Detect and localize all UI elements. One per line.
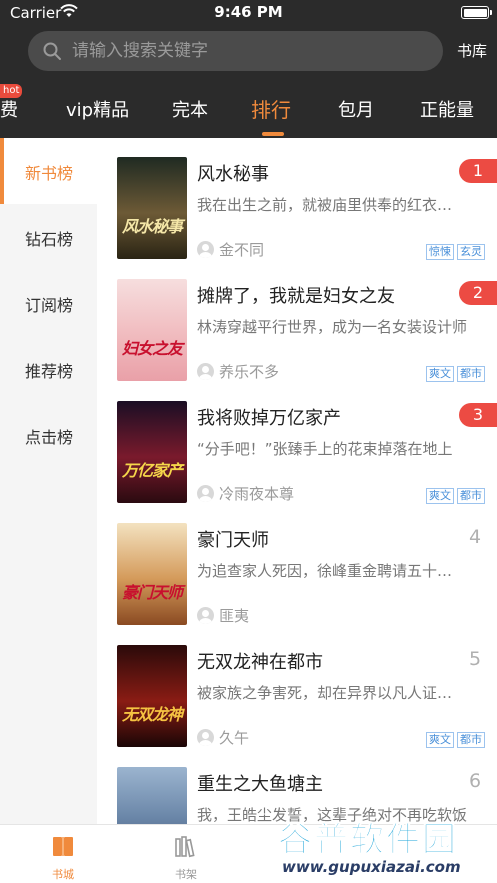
book-tags: 爽文 都市 [423, 484, 485, 504]
book-cover: 豪门天师 [117, 523, 187, 625]
genre-tag: 爽文 [426, 732, 454, 748]
rank-badge: 3 [459, 403, 497, 427]
search-bar[interactable] [28, 31, 443, 71]
genre-tag: 都市 [457, 732, 485, 748]
genre-tag: 玄灵 [457, 244, 485, 260]
genre-tag: 爽文 [426, 488, 454, 504]
genre-tag: 爽文 [426, 366, 454, 382]
watermark-text: 谷普软件园 [278, 820, 458, 861]
book-desc: 我在出生之前，就被庙里供奉的红衣娘娘看中 [197, 196, 467, 214]
sidebar-item-label: 点击榜 [25, 428, 74, 447]
rank-badge: 2 [459, 281, 497, 305]
battery-icon [461, 6, 492, 19]
rank-number: 6 [468, 770, 482, 792]
rank-number: 5 [468, 648, 482, 670]
avatar-icon [197, 729, 214, 746]
book-author: 匪夷 [197, 605, 249, 626]
bookshelf-icon [175, 836, 195, 858]
sidebar-item-subscription[interactable]: 订阅榜 [0, 270, 97, 336]
book-tags: 爽文 都市 [423, 362, 485, 382]
tab-positive-energy[interactable]: 正能量 [420, 96, 474, 122]
tab-monthly[interactable]: 包月 [338, 96, 374, 122]
tab-bookshelf[interactable]: 书架 [136, 825, 236, 883]
avatar-icon [197, 363, 214, 380]
sidebar-item-label: 钻石榜 [25, 230, 74, 249]
book-icon [53, 837, 73, 856]
sidebar-item-clicks[interactable]: 点击榜 [0, 402, 97, 468]
ranking-sidebar: 新书榜 钻石榜 订阅榜 推荐榜 点击榜 [0, 138, 97, 824]
book-author: 金不同 [197, 239, 264, 260]
tab-vip[interactable]: vip精品 [66, 96, 129, 122]
sidebar-item-label: 新书榜 [25, 164, 74, 183]
book-cover: 妇女之友 [117, 279, 187, 381]
book-author: 养乐不多 [197, 361, 279, 382]
book-desc: “分手吧！”张臻手上的花束掉落在地上 [197, 440, 453, 458]
book-tags: 爽文 都市 [423, 728, 485, 748]
cover-title: 万亿家产 [121, 461, 183, 480]
cover-title: 豪门天师 [121, 583, 183, 602]
book-list: 风水秘事 风水秘事 我在出生之前，就被庙里供奉的红衣娘娘看中 金不同 惊悚玄灵 … [97, 138, 497, 824]
watermark-url: www.gupuxiazai.com [282, 858, 461, 876]
tab-label: 书城 [52, 868, 74, 881]
cover-title: 妇女之友 [121, 339, 183, 358]
category-tabs: 费 vip精品 完本 排行 包月 正能量 [0, 86, 497, 138]
book-title: 我将败掉万亿家产 [197, 408, 341, 429]
list-item[interactable]: 风水秘事 风水秘事 我在出生之前，就被庙里供奉的红衣娘娘看中 金不同 惊悚玄灵 … [97, 138, 497, 260]
sidebar-item-new-books[interactable]: 新书榜 [0, 138, 97, 204]
tab-ranking[interactable]: 排行 [251, 94, 291, 123]
book-cover: 万亿家产 [117, 401, 187, 503]
tab-free[interactable]: 费 [0, 96, 18, 122]
cover-title: 无双龙神 [121, 705, 183, 724]
sidebar-item-label: 订阅榜 [25, 296, 74, 315]
genre-tag: 都市 [457, 366, 485, 382]
rank-number: 4 [468, 526, 482, 548]
book-cover: 无双龙神 [117, 645, 187, 747]
list-item[interactable]: 妇女之友 摊牌了，我就是妇女之友 林涛穿越平行世界，成为一名女装设计师 养乐不多… [97, 260, 497, 382]
avatar-icon [197, 241, 214, 258]
book-title: 豪门天师 [197, 530, 269, 551]
book-title: 重生之大鱼塘主 [197, 774, 323, 795]
avatar-icon [197, 485, 214, 502]
search-icon [43, 42, 61, 60]
book-author: 冷雨夜本尊 [197, 483, 294, 504]
cover-title: 风水秘事 [121, 217, 183, 236]
status-bar: Carrier 9:46 PM [0, 0, 497, 26]
search-input[interactable] [72, 31, 432, 71]
rank-badge: 1 [459, 159, 497, 183]
active-tab-indicator [262, 132, 284, 136]
sidebar-item-diamond[interactable]: 钻石榜 [0, 204, 97, 270]
list-item[interactable]: 无双龙神 无双龙神在都市 被家族之争害死，却在异界以凡人证道成神 久午 爽文 都市… [97, 626, 497, 748]
list-item[interactable]: 豪门天师 豪门天师 为追查家人死因，徐峰重金聘请五十位大师 匪夷 4 [97, 504, 497, 626]
watermark: 谷普软件园 www.gupuxiazai.com [270, 812, 497, 883]
header-bar: Carrier 9:46 PM 书库 hot 费 vip精品 完本 排行 包月 … [0, 0, 497, 138]
book-title: 摊牌了，我就是妇女之友 [197, 286, 395, 307]
book-desc: 被家族之争害死，却在异界以凡人证道成神 [197, 684, 467, 702]
book-desc: 林涛穿越平行世界，成为一名女装设计师 [197, 318, 467, 336]
book-title: 无双龙神在都市 [197, 652, 323, 673]
book-tags: 惊悚 玄灵 [423, 240, 485, 260]
book-cover [117, 767, 187, 824]
sidebar-item-recommend[interactable]: 推荐榜 [0, 336, 97, 402]
status-time: 9:46 PM [214, 3, 283, 21]
tab-label: 书架 [175, 868, 197, 881]
library-button[interactable]: 书库 [457, 40, 487, 61]
genre-tag: 都市 [457, 488, 485, 504]
avatar-icon [197, 607, 214, 624]
tab-bookstore[interactable]: 书城 [13, 825, 113, 883]
tab-completed[interactable]: 完本 [172, 96, 208, 122]
list-item[interactable]: 万亿家产 我将败掉万亿家产 “分手吧！”张臻手上的花束掉落在地上 冷雨夜本尊 爽… [97, 382, 497, 504]
book-desc: 为追查家人死因，徐峰重金聘请五十位大师 [197, 562, 467, 580]
book-title: 风水秘事 [197, 164, 269, 185]
book-author: 久午 [197, 727, 249, 748]
sidebar-item-label: 推荐榜 [25, 362, 74, 381]
genre-tag: 惊悚 [426, 244, 454, 260]
book-cover: 风水秘事 [117, 157, 187, 259]
